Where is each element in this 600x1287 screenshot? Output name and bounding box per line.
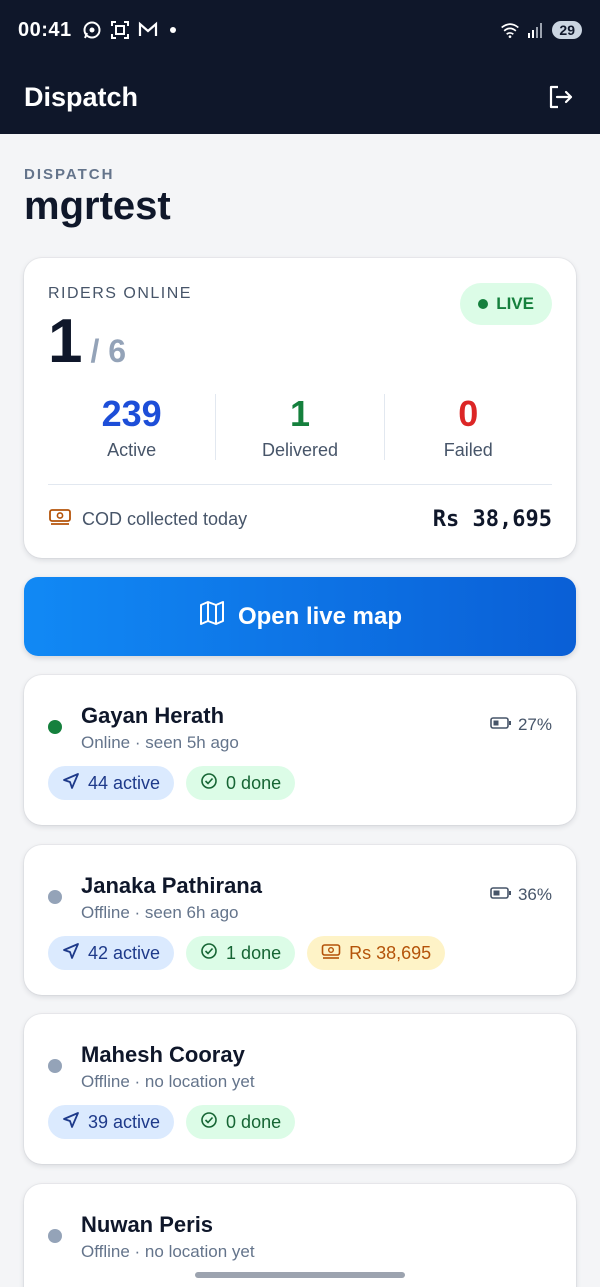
- notification-icons: [82, 20, 176, 40]
- navigation-icon: [62, 1111, 80, 1134]
- rider-name: Nuwan Peris: [81, 1212, 214, 1237]
- rider-chips: 42 active 1 done Rs 38,695: [48, 936, 446, 970]
- active-chip: 39 active: [48, 1105, 175, 1139]
- check-circle-icon: [200, 1111, 218, 1134]
- rider-battery: 27%: [490, 715, 552, 735]
- live-dot-icon: [478, 299, 489, 309]
- cod-row: COD collected today Rs 38,695: [48, 502, 552, 536]
- riders-online-label: RIDERS ONLINE: [48, 285, 192, 302]
- logout-icon[interactable]: [544, 81, 576, 113]
- cod-label: COD collected today: [82, 508, 248, 529]
- system-icons: 29: [500, 20, 582, 40]
- main-content[interactable]: DISPATCH mgrtest RIDERS ONLINE LIVE 1 / …: [0, 134, 600, 1287]
- rider-name: Janaka Pathirana: [81, 873, 262, 898]
- battery-icon: [490, 715, 512, 735]
- check-circle-icon: [200, 772, 218, 795]
- status-bar: 00:41 29: [0, 0, 600, 60]
- rider-card[interactable]: Janaka Pathirana Offline · seen 6h ago 3…: [24, 845, 576, 995]
- app-title: Dispatch: [24, 81, 139, 112]
- stat-value: 0: [458, 393, 479, 434]
- check-circle-icon: [200, 942, 218, 965]
- cash-icon: [321, 942, 341, 965]
- stats-row: 239 Active 1 Delivered 0 Failed: [48, 394, 552, 460]
- rider-battery: 36%: [490, 885, 552, 905]
- gmail-icon: [138, 20, 158, 40]
- battery-indicator: 29: [552, 21, 582, 39]
- rider-name: Mahesh Cooray: [81, 1042, 245, 1067]
- rider-status: Online · seen 5h ago: [81, 733, 239, 752]
- rider-status: Offline · seen 6h ago: [81, 903, 239, 922]
- navigation-icon: [62, 942, 80, 965]
- battery-icon: [490, 885, 512, 905]
- rider-chips: 44 active 0 done: [48, 766, 296, 800]
- scan-icon: [110, 20, 130, 40]
- active-chip: 44 active: [48, 766, 175, 800]
- active-chip: 42 active: [48, 936, 175, 970]
- status-time: 00:41: [18, 18, 72, 41]
- live-label: LIVE: [496, 294, 534, 313]
- rider-status-dot: [48, 720, 62, 734]
- rider-status: Offline · no location yet: [81, 1072, 255, 1091]
- cod-chip: Rs 38,695: [307, 936, 446, 970]
- stat-delivered: 1 Delivered: [215, 394, 383, 460]
- stat-value: 1: [289, 393, 310, 434]
- stat-value: 239: [101, 393, 162, 434]
- cod-chip-amount: Rs 38,695: [349, 942, 432, 963]
- cash-icon: [48, 507, 72, 532]
- battery-level: 36%: [517, 885, 552, 904]
- rider-status-dot: [48, 1059, 62, 1073]
- done-chip: 0 done: [186, 1105, 296, 1139]
- app-bar: Dispatch: [0, 60, 600, 134]
- stat-active: 239 Active: [48, 393, 215, 461]
- active-count: 42 active: [88, 942, 161, 963]
- rider-card[interactable]: Mahesh Cooray Offline · no location yet …: [24, 1014, 576, 1164]
- total-number: / 6: [90, 333, 127, 369]
- stat-label: Active: [107, 440, 157, 460]
- more-notifications-dot: [169, 27, 176, 33]
- rider-chips: 39 active 0 done: [48, 1105, 296, 1139]
- rider-status-dot: [48, 1229, 62, 1243]
- stat-label: Delivered: [261, 440, 339, 460]
- done-count: 0 done: [226, 772, 282, 793]
- cod-amount: Rs 38,695: [432, 506, 552, 532]
- rider-card[interactable]: Gayan Herath Online · seen 5h ago 27% 44…: [24, 675, 576, 825]
- page-eyebrow: DISPATCH: [24, 166, 115, 183]
- signal-icon: [526, 20, 546, 40]
- active-count: 44 active: [88, 772, 161, 793]
- done-count: 0 done: [226, 1111, 282, 1132]
- done-chip: 1 done: [186, 936, 296, 970]
- online-number: 1: [48, 307, 83, 376]
- stat-label: Failed: [443, 440, 493, 460]
- stat-failed: 0 Failed: [383, 393, 552, 460]
- rider-status-dot: [48, 890, 62, 904]
- open-live-map-button[interactable]: Open live map: [24, 577, 576, 656]
- riders-online-count: 1 / 6: [48, 306, 126, 377]
- done-count: 1 done: [226, 942, 282, 963]
- summary-card: RIDERS ONLINE LIVE 1 / 6 239 Active 1 De…: [24, 258, 576, 558]
- home-indicator[interactable]: [195, 1272, 405, 1278]
- divider: [48, 484, 552, 485]
- battery-level: 27%: [517, 715, 552, 734]
- open-live-map-label: Open live map: [237, 602, 403, 630]
- rider-name: Gayan Herath: [81, 703, 225, 728]
- rider-status: Offline · no location yet: [81, 1242, 255, 1261]
- page-title: mgrtest: [24, 184, 171, 228]
- whatsapp-icon: [82, 20, 102, 40]
- done-chip: 0 done: [186, 766, 296, 800]
- wifi-icon: [500, 20, 520, 40]
- live-badge: LIVE: [460, 283, 552, 325]
- active-count: 39 active: [88, 1111, 161, 1132]
- map-icon: [198, 599, 226, 634]
- navigation-icon: [62, 772, 80, 795]
